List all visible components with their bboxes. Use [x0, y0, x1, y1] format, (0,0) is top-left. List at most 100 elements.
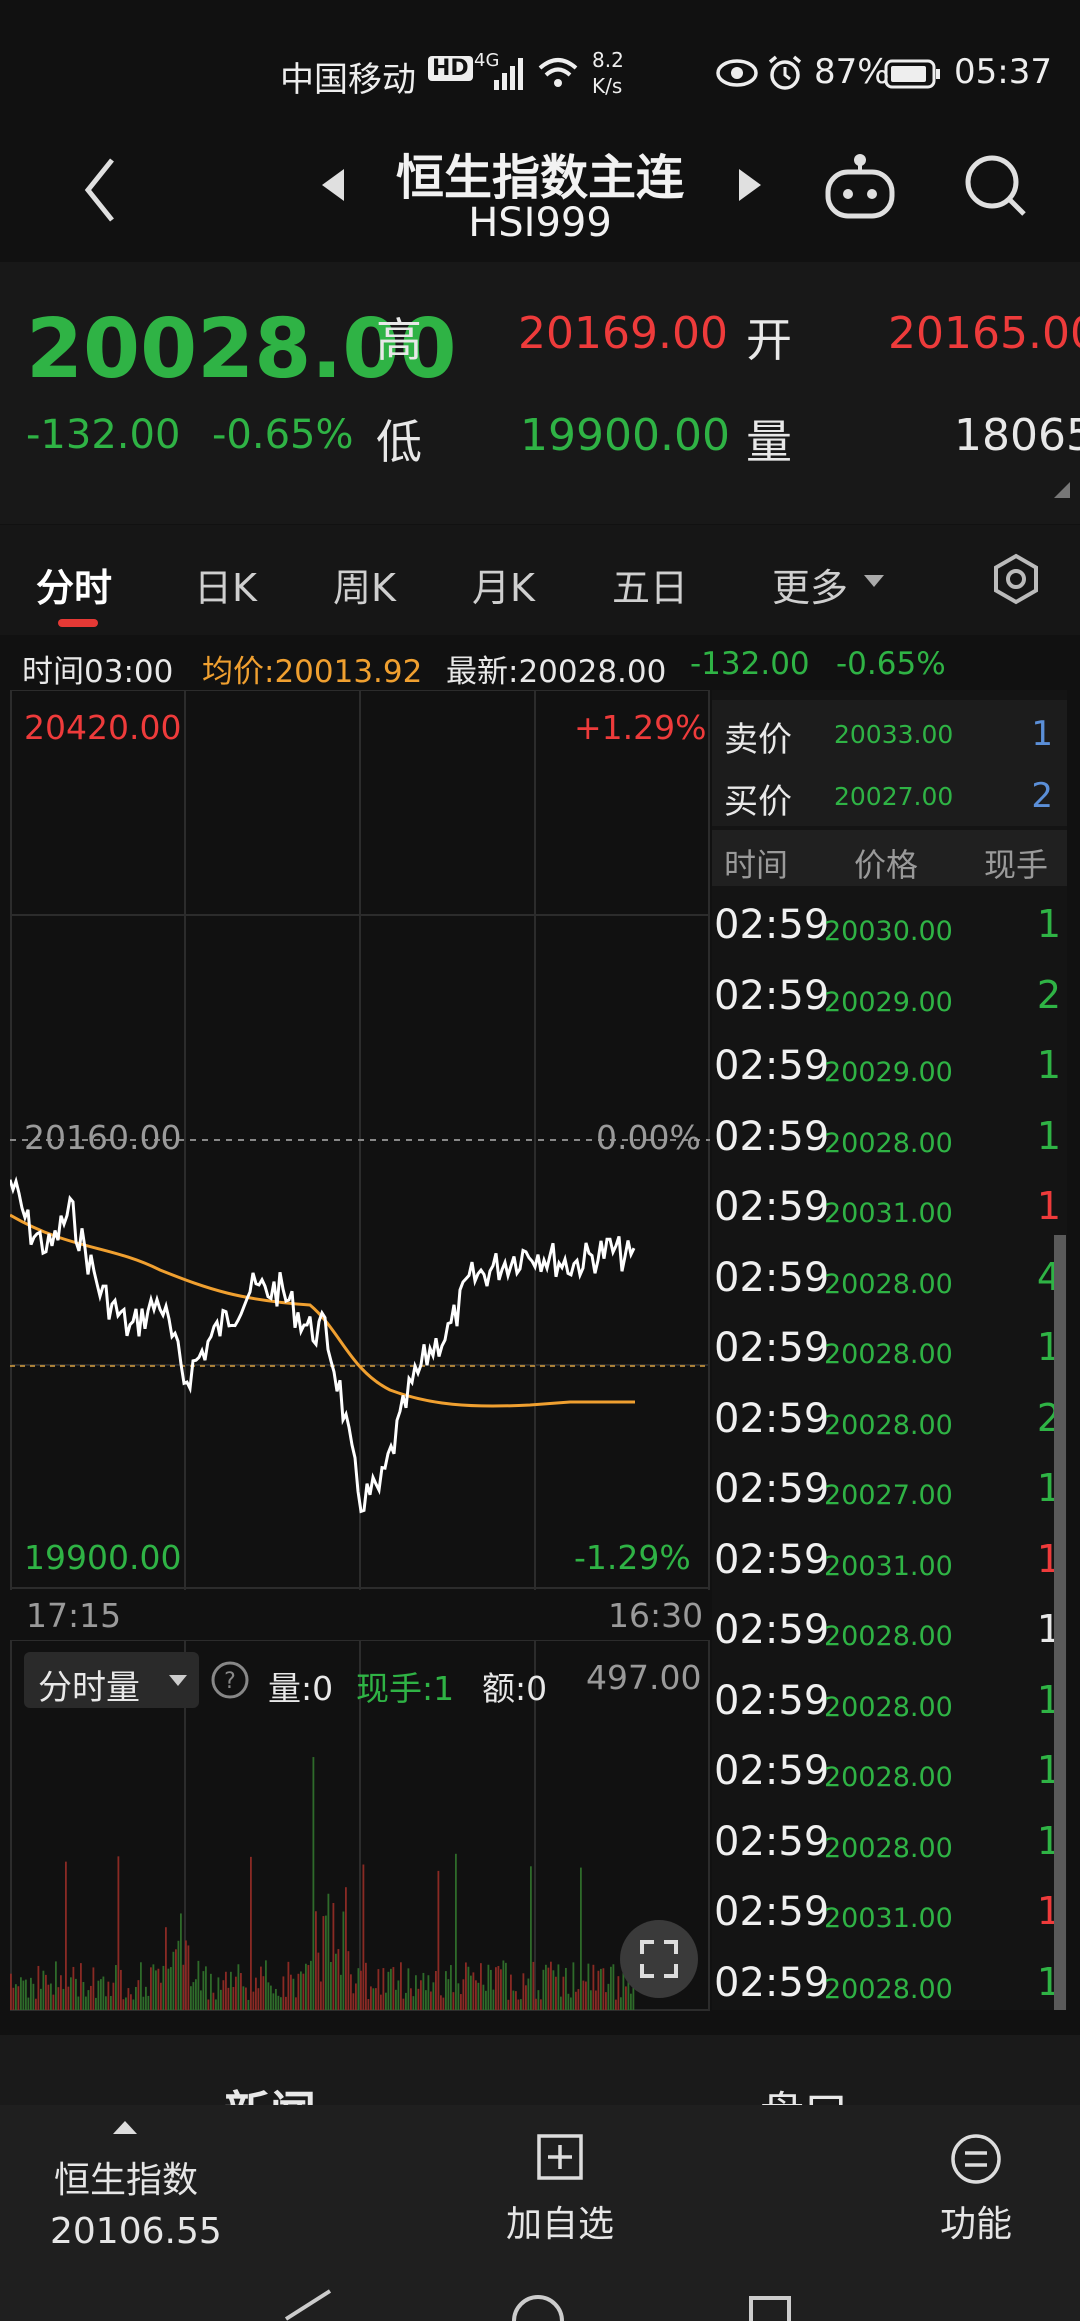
volume-bar	[172, 1951, 175, 2010]
volume-bar	[495, 1967, 497, 2010]
volume-bar	[410, 1988, 412, 2010]
volume-selector[interactable]: 分时量	[24, 1652, 199, 1708]
x-axis-start-label: 17:15	[26, 1596, 122, 1635]
pct-bottom-label: -1.29%	[574, 1538, 691, 1577]
volume-bar	[230, 1971, 232, 2010]
ask-label: 卖价	[724, 720, 792, 760]
trades-scrollbar[interactable]	[1054, 1235, 1066, 2010]
next-contract-icon[interactable]	[735, 165, 765, 205]
add-watchlist-label[interactable]: 加自选	[506, 2195, 614, 2247]
volume-bar	[435, 1970, 437, 2010]
volume-bar	[562, 1976, 565, 2010]
volume-bar	[607, 1983, 610, 2010]
volume-bar	[255, 1977, 257, 2010]
volume-bar	[567, 1993, 570, 2010]
chart-settings-icon[interactable]	[990, 553, 1042, 605]
volume-bar	[237, 1964, 240, 2010]
volume-bar	[475, 1980, 477, 2010]
volume-bar	[632, 1987, 635, 2010]
volume-bar	[242, 1986, 245, 2010]
tab-intraday[interactable]: 分时	[36, 557, 112, 612]
volume-hand: 现手:1	[356, 1669, 455, 1708]
trade-time: 02:59	[714, 1677, 830, 1724]
volume-bar	[412, 1996, 415, 2010]
tab-monthly-k[interactable]: 月K	[472, 557, 535, 612]
tab-five-day[interactable]: 五日	[612, 557, 688, 612]
volume-bar	[357, 1968, 360, 2010]
trade-row: 02:59 20028.00 1	[712, 1595, 1067, 1665]
hd-badge: HD	[428, 56, 473, 81]
volume-label: 量	[746, 415, 792, 469]
tab-weekly-k[interactable]: 周K	[333, 557, 396, 612]
volume-bar	[195, 1979, 197, 2010]
index-name[interactable]: 恒生指数	[54, 2151, 198, 2203]
trade-price: 20029.00	[824, 986, 953, 1018]
volume-bar	[445, 1971, 447, 2010]
pct-mid-label: 0.00%	[596, 1118, 701, 1157]
trade-time: 02:59	[714, 1466, 830, 1512]
search-icon[interactable]	[962, 152, 1028, 218]
volume-bar	[587, 1963, 590, 2010]
volume-bar	[367, 1999, 370, 2010]
tab-orderbook[interactable]: 盘口	[760, 2077, 848, 2105]
news-tab-bar: 新闻 盘口	[0, 2035, 1080, 2105]
robot-icon[interactable]	[822, 150, 898, 220]
trade-time: 02:59	[714, 1254, 830, 1301]
high-value: 20169.00	[518, 308, 728, 359]
trade-row: 02:59 20027.00 1	[712, 1454, 1067, 1524]
volume-bar	[130, 1994, 132, 2010]
nav-recents-icon[interactable]	[748, 2295, 792, 2321]
volume-bar	[390, 1968, 392, 2010]
volume-bar	[420, 1980, 422, 2010]
low-label: 低	[376, 415, 422, 469]
tab-daily-k[interactable]: 日K	[194, 557, 257, 612]
help-icon[interactable]: ?	[210, 1660, 250, 1700]
volume-bar	[137, 1980, 140, 2010]
chevron-up-icon[interactable]	[112, 2119, 138, 2135]
volume-bar	[20, 1977, 22, 2010]
tab-more[interactable]: 更多	[772, 557, 848, 612]
volume-bar	[27, 1997, 30, 2010]
volume-bar	[120, 1969, 122, 2010]
volume-bar	[595, 1990, 597, 2010]
trade-price: 20031.00	[824, 1550, 953, 1582]
volume-bar	[430, 1991, 432, 2010]
volume-bar	[557, 1964, 560, 2010]
nav-home-icon[interactable]	[510, 2289, 566, 2321]
volume-bar	[602, 1968, 605, 2010]
volume-bar	[147, 1995, 150, 2010]
volume-bar	[535, 1998, 537, 2010]
volume-bar	[577, 1989, 580, 2010]
volume-bar	[235, 1976, 237, 2010]
trade-row: 02:59 20028.00 1	[712, 1313, 1067, 1383]
volume-selector-label: 分时量	[38, 1668, 140, 1708]
fullscreen-button[interactable]	[620, 1920, 698, 1998]
functions-icon[interactable]	[950, 2133, 1002, 2185]
functions-label[interactable]: 功能	[940, 2195, 1012, 2247]
expand-corner-icon[interactable]	[1052, 480, 1072, 500]
volume-bar	[332, 1902, 335, 2010]
volume-value: 18065	[954, 410, 1080, 461]
trade-price: 20027.00	[824, 1480, 953, 1511]
volume-bar	[620, 1997, 622, 2010]
trade-time: 02:59	[714, 972, 830, 1019]
add-watchlist-icon[interactable]	[536, 2133, 584, 2181]
volume-bar	[625, 1986, 627, 2010]
trade-price: 20029.00	[824, 1057, 953, 1088]
nav-back-icon[interactable]	[280, 2289, 336, 2321]
ask-row: 卖价 20033.00 1	[712, 700, 1067, 764]
volume-bar	[372, 1988, 375, 2010]
volume-bar	[522, 1973, 525, 2010]
volume-bar	[405, 1992, 407, 2010]
trade-row: 02:59 20031.00 1	[712, 1525, 1067, 1595]
ask-quantity: 1	[1031, 714, 1053, 754]
y-axis-mid-label: 20160.00	[24, 1118, 182, 1157]
volume-bar	[205, 1966, 207, 2010]
volume-bar	[300, 1971, 302, 2010]
volume-bar	[192, 1982, 195, 2010]
volume-bar	[77, 1996, 80, 2010]
volume-bar	[180, 1913, 182, 2010]
tab-news[interactable]: 新闻	[224, 2077, 316, 2105]
volume-bar	[257, 1988, 260, 2010]
volume-bar	[115, 1965, 117, 2010]
